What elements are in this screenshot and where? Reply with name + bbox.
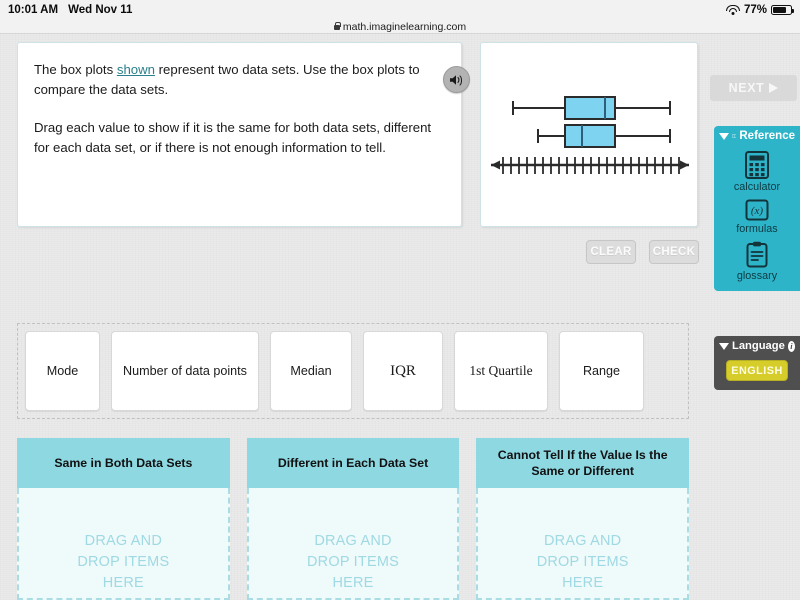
reference-panel: Reference calculator (x) formulas glossa… bbox=[714, 126, 800, 291]
ipad-status-bar: 10:01 AM Wed Nov 11 77% bbox=[0, 0, 800, 20]
dropzone-different-in-each[interactable]: Different in Each Data Set DRAG AND DROP… bbox=[246, 438, 460, 600]
dropzone-row: Same in Both Data Sets DRAG AND DROP ITE… bbox=[17, 438, 690, 600]
clear-button[interactable]: CLEAR bbox=[586, 240, 636, 264]
status-time: 10:01 AM bbox=[8, 4, 59, 16]
battery-percent-label: 77% bbox=[743, 4, 767, 16]
number-line bbox=[491, 157, 689, 174]
dropzone-title: Cannot Tell If the Value Is the Same or … bbox=[476, 438, 690, 488]
hint-line-1: DRAG AND bbox=[84, 533, 162, 549]
svg-text:(x): (x) bbox=[751, 205, 764, 217]
dropzone-body[interactable]: DRAG AND DROP ITEMS HERE bbox=[17, 488, 230, 600]
glossary-icon bbox=[746, 241, 768, 268]
dropzone-cannot-tell[interactable]: Cannot Tell If the Value Is the Same or … bbox=[476, 438, 690, 600]
dropzone-hint: DRAG AND DROP ITEMS HERE bbox=[307, 531, 399, 594]
action-button-row: CLEAR CHECK bbox=[586, 240, 699, 264]
lower-box bbox=[564, 124, 616, 148]
lock-icon bbox=[333, 21, 341, 30]
play-triangle-icon bbox=[769, 83, 779, 93]
speaker-glyph bbox=[450, 74, 462, 85]
dropzone-hint: DRAG AND DROP ITEMS HERE bbox=[537, 531, 629, 594]
language-panel-header[interactable]: Language i bbox=[714, 336, 800, 355]
tile-range[interactable]: Range bbox=[559, 331, 644, 411]
hint-line-2: DROP ITEMS bbox=[536, 554, 629, 570]
hint-line-2: DROP ITEMS bbox=[77, 554, 170, 570]
formulas-icon: (x) bbox=[745, 199, 769, 221]
reference-item-label: glossary bbox=[736, 270, 778, 282]
hint-line-3: HERE bbox=[332, 575, 374, 591]
status-bar-left: 10:01 AM Wed Nov 11 bbox=[8, 4, 132, 16]
tile-iqr[interactable]: IQR bbox=[363, 331, 443, 411]
hint-line-2: DROP ITEMS bbox=[307, 554, 399, 570]
hint-line-1: DRAG AND bbox=[544, 533, 622, 549]
hint-line-3: HERE bbox=[102, 575, 144, 591]
reference-panel-header[interactable]: Reference bbox=[714, 126, 800, 145]
status-bar-right: 77% bbox=[725, 4, 794, 16]
dropzone-hint: DRAG AND DROP ITEMS HERE bbox=[77, 531, 169, 594]
dropzone-title: Different in Each Data Set bbox=[246, 438, 460, 488]
reference-item-calculator[interactable]: calculator bbox=[714, 145, 800, 193]
tile-mode[interactable]: Mode bbox=[25, 331, 100, 411]
right-rail: NEXT Reference calculator (x) formulas g… bbox=[708, 34, 800, 600]
hint-line-1: DRAG AND bbox=[314, 533, 392, 549]
speaker-icon[interactable] bbox=[443, 66, 470, 93]
reference-item-glossary[interactable]: glossary bbox=[714, 235, 800, 282]
url-text: math.imaginelearning.com bbox=[342, 20, 467, 33]
tile-1st-quartile[interactable]: 1st Quartile bbox=[454, 331, 548, 411]
question-paragraph-1: The box plots shown represent two data s… bbox=[34, 60, 445, 100]
draggable-tile-tray: Mode Number of data points Median IQR 1s… bbox=[17, 323, 689, 419]
upper-box bbox=[564, 96, 616, 120]
dropzone-body[interactable]: DRAG AND DROP ITEMS HERE bbox=[246, 488, 460, 600]
battery-icon bbox=[771, 5, 794, 15]
next-label: NEXT bbox=[728, 81, 765, 95]
box-plot-figure-panel bbox=[480, 42, 698, 227]
reference-item-label: formulas bbox=[736, 223, 778, 235]
reference-title: Reference bbox=[739, 130, 795, 142]
language-title: Language bbox=[732, 340, 785, 352]
language-panel: Language i ENGLISH bbox=[714, 336, 800, 390]
tile-number-of-data-points[interactable]: Number of data points bbox=[111, 331, 259, 411]
box-plot-figure bbox=[491, 96, 689, 174]
question-text-before: The box plots bbox=[34, 62, 117, 77]
reference-item-label: calculator bbox=[733, 181, 781, 193]
shown-link[interactable]: shown bbox=[117, 62, 155, 77]
lesson-page: The box plots shown represent two data s… bbox=[0, 34, 800, 600]
calculator-icon bbox=[745, 151, 769, 179]
dropzone-title: Same in Both Data Sets bbox=[17, 438, 230, 488]
next-button[interactable]: NEXT bbox=[710, 75, 797, 101]
book-icon bbox=[732, 134, 737, 138]
chevron-down-icon bbox=[719, 132, 729, 140]
chevron-down-icon bbox=[719, 342, 729, 350]
question-panel: The box plots shown represent two data s… bbox=[17, 42, 462, 227]
check-button[interactable]: CHECK bbox=[649, 240, 699, 264]
hint-line-3: HERE bbox=[562, 575, 604, 591]
reference-item-formulas[interactable]: (x) formulas bbox=[714, 193, 800, 235]
browser-url-bar[interactable]: math.imaginelearning.com bbox=[0, 20, 800, 34]
dropzone-body[interactable]: DRAG AND DROP ITEMS HERE bbox=[476, 488, 690, 600]
language-english-button[interactable]: ENGLISH bbox=[726, 360, 788, 381]
wifi-icon bbox=[725, 4, 740, 16]
tile-median[interactable]: Median bbox=[270, 331, 352, 411]
info-icon[interactable]: i bbox=[787, 340, 795, 352]
question-paragraph-2: Drag each value to show if it is the sam… bbox=[34, 120, 432, 155]
dropzone-same-in-both[interactable]: Same in Both Data Sets DRAG AND DROP ITE… bbox=[17, 438, 230, 600]
status-date: Wed Nov 11 bbox=[68, 4, 133, 16]
